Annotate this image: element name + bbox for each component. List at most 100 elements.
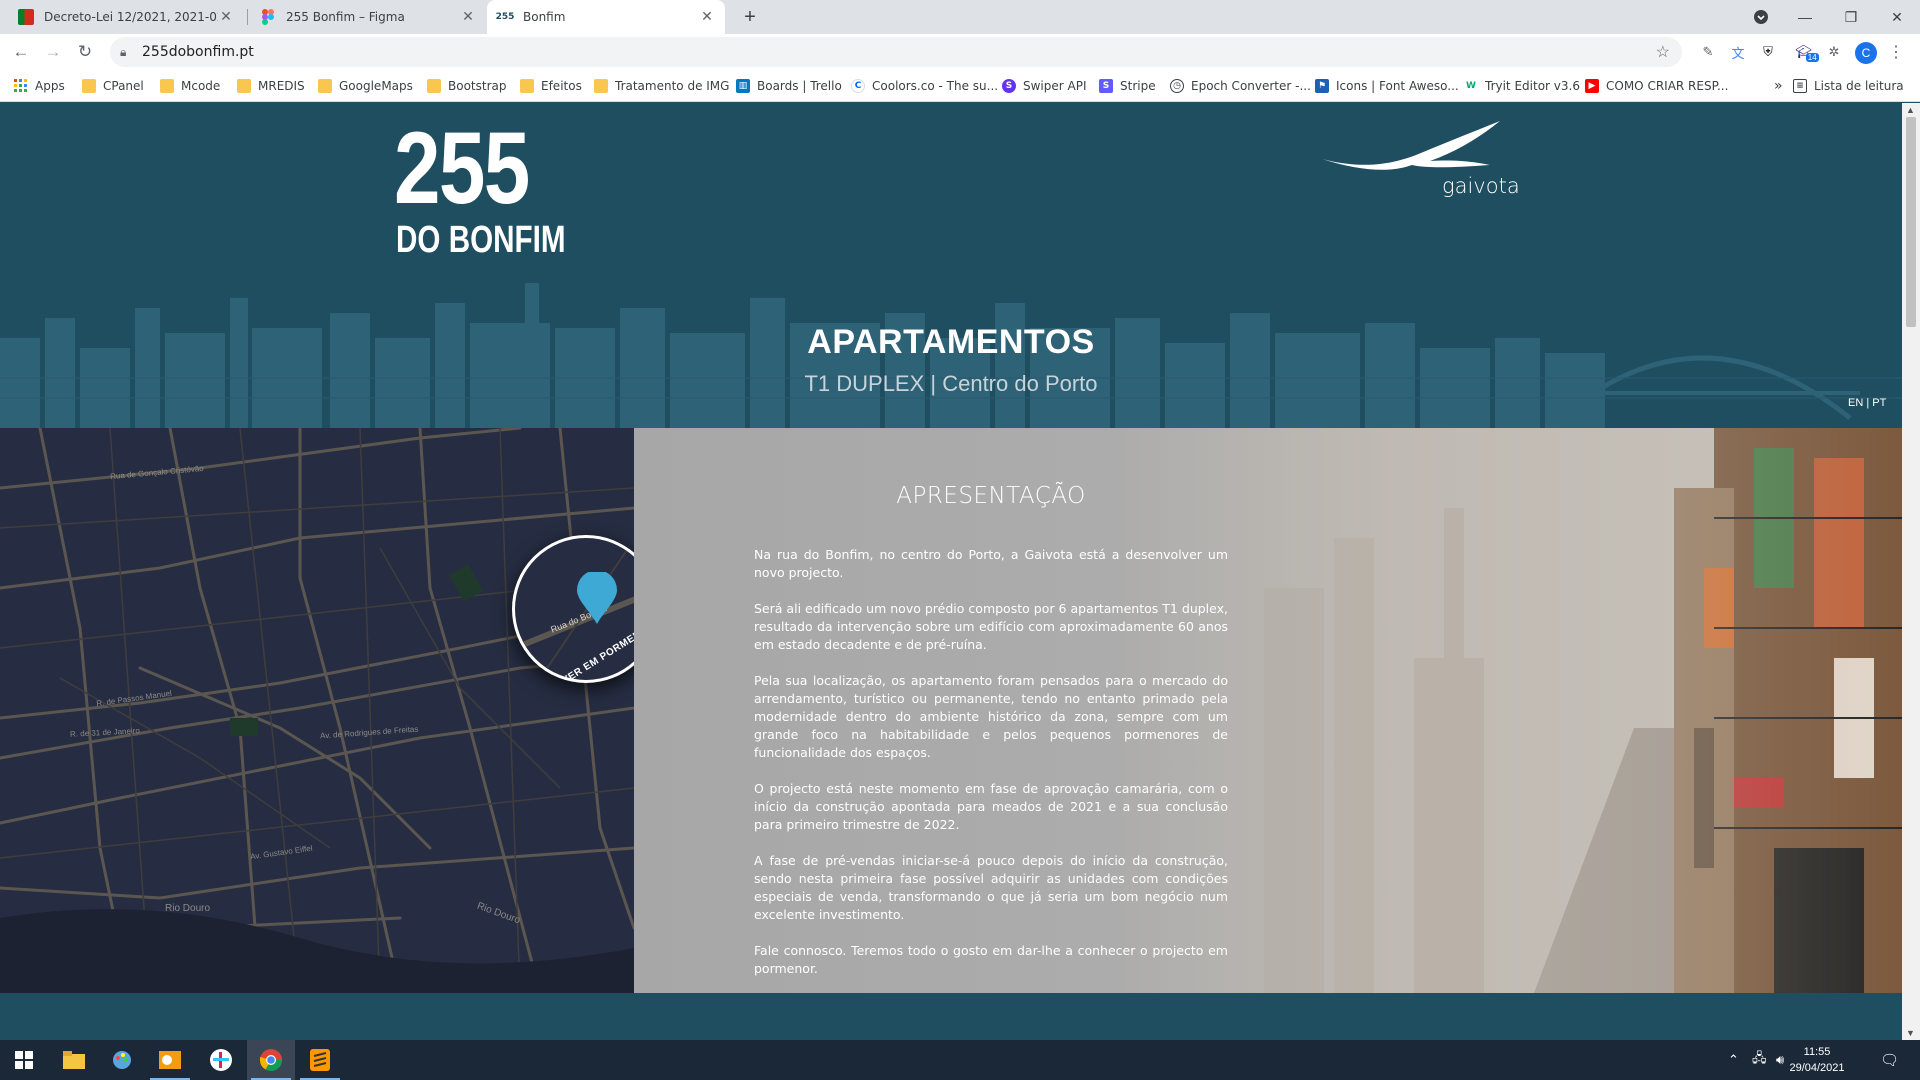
partner-logo-text[interactable]: gaivota (1442, 174, 1520, 198)
trello-icon: ▥ (736, 79, 750, 93)
folder-icon (237, 79, 251, 93)
bookmark-label: Efeitos (541, 79, 582, 93)
bookmark-apps[interactable]: Apps (14, 70, 65, 102)
bookmark-label: Coolors.co - The su... (872, 79, 999, 93)
tray-chevron-icon[interactable]: ⌃ (1728, 1040, 1739, 1080)
scroll-down-icon[interactable]: ▼ (1906, 1028, 1915, 1038)
bookmark-label: Stripe (1120, 79, 1156, 93)
folder-icon (594, 79, 608, 93)
puzzle-extensions-icon[interactable]: ✲ (1824, 42, 1844, 62)
location-map[interactable]: Rua de Gonçalo Cristóvão R. de Passos Ma… (0, 428, 634, 993)
stripe-icon: S (1099, 79, 1113, 93)
bookmark-fontawesome[interactable]: ⚑ Icons | Font Aweso... (1315, 70, 1459, 102)
map-river-label: Rio Douro (165, 903, 211, 914)
clock-date: 29/04/2021 (1789, 1062, 1845, 1074)
bookmark-stripe[interactable]: S Stripe (1099, 70, 1156, 102)
page-scrollbar[interactable]: ▲ ▼ (1902, 103, 1920, 1040)
back-icon[interactable]: ← (8, 39, 34, 65)
bookmark-mcode[interactable]: Mcode (160, 70, 220, 102)
portugal-flag-icon (18, 9, 34, 25)
close-icon[interactable]: ✕ (699, 9, 715, 25)
forward-icon[interactable]: → (40, 39, 66, 65)
bookmark-star-icon[interactable]: ☆ (1656, 42, 1670, 62)
close-icon[interactable]: ✕ (218, 9, 234, 25)
bookmark-label: GoogleMaps (339, 79, 413, 93)
bookmark-label: Swiper API (1023, 79, 1087, 93)
reading-list-button[interactable]: ≡ Lista de leitura (1793, 70, 1904, 102)
chrome-icon[interactable] (247, 1040, 295, 1080)
folder-icon (160, 79, 174, 93)
w3schools-icon: W (1464, 79, 1478, 93)
translate-extension-icon[interactable]: 文 (1728, 42, 1748, 62)
bookmark-cpanel[interactable]: CPanel (82, 70, 144, 102)
tab-strip: Decreto-Lei 12/2021, 2021-02-09 ✕ 255 Bo… (0, 0, 1920, 34)
swiper-icon: S (1002, 79, 1016, 93)
site-logo-subtitle[interactable]: DO BONFIM (396, 221, 566, 259)
presentation-paragraph: Fale connosco. Teremos todo o gosto em d… (754, 943, 1228, 976)
profile-avatar[interactable]: C (1855, 42, 1877, 64)
bookmark-coolors[interactable]: C Coolors.co - The su... (851, 70, 998, 102)
map-pin-icon (577, 570, 617, 629)
hero-section: 255 DO BONFIM gaivota APARTAMENTOS T1 DU… (0, 103, 1902, 428)
close-icon[interactable]: ✕ (460, 9, 476, 25)
reading-list-icon: ≡ (1793, 79, 1807, 93)
new-tab-button[interactable]: + (738, 5, 762, 29)
tab-figma[interactable]: 255 Bonfim – Figma ✕ (250, 0, 486, 34)
apps-grid-icon (14, 79, 28, 93)
bookmark-trello[interactable]: ▥ Boards | Trello (736, 70, 842, 102)
paint-icon[interactable] (98, 1040, 146, 1080)
bookmark-tryit[interactable]: W Tryit Editor v3.6 (1464, 70, 1580, 102)
bookmark-googlemaps[interactable]: GoogleMaps (318, 70, 413, 102)
network-icon[interactable]: 🖧︎ (1752, 1040, 1767, 1080)
language-switch[interactable]: EN | PT (1848, 397, 1886, 409)
shield-extension-icon[interactable]: ⛨ (1758, 42, 1778, 62)
minimize-icon[interactable]: — (1782, 0, 1828, 34)
bookmark-tratamento-img[interactable]: Tratamento de IMG (594, 70, 729, 102)
bookmark-swiper[interactable]: S Swiper API (1002, 70, 1087, 102)
tab-search-icon[interactable] (1738, 0, 1784, 34)
outlook-icon[interactable] (146, 1040, 194, 1080)
restore-icon[interactable]: ❐ (1828, 0, 1874, 34)
hero-subtitle: T1 DUPLEX | Centro do Porto (804, 371, 1098, 396)
presentation-paragraph: Pela sua localização, os apartamento for… (754, 673, 1228, 760)
address-bar[interactable]: 🔒︎ 255dobonfim.pt ☆ (110, 37, 1682, 67)
scrollbar-thumb[interactable] (1906, 117, 1916, 327)
site-logo-number[interactable]: 255 (394, 117, 530, 219)
tab-label: Decreto-Lei 12/2021, 2021-02-09 (44, 10, 218, 24)
tab-bonfim[interactable]: 255 Bonfim ✕ (487, 0, 725, 34)
bookmark-epoch[interactable]: ◷ Epoch Converter -... (1170, 70, 1311, 102)
bookmark-label: CPanel (103, 79, 144, 93)
presentation-paragraph: O projecto está neste momento em fase de… (754, 781, 1228, 832)
folder-icon (318, 79, 332, 93)
tab-decreto-lei[interactable]: Decreto-Lei 12/2021, 2021-02-09 ✕ (8, 0, 244, 34)
presentation-paragraph: A fase de pré-vendas iniciar-se-á pouco … (754, 853, 1228, 922)
system-clock[interactable]: 11:55 29/04/2021 (1782, 1044, 1852, 1076)
bookmark-bootstrap[interactable]: Bootstrap (427, 70, 506, 102)
scroll-up-icon[interactable]: ▲ (1906, 105, 1915, 115)
reload-icon[interactable]: ↻ (72, 39, 98, 65)
lock-icon: 🔒︎ (120, 45, 127, 59)
reading-list-label: Lista de leitura (1814, 79, 1904, 93)
windows-start-icon[interactable] (0, 1040, 48, 1080)
file-explorer-icon[interactable] (50, 1040, 98, 1080)
tab-label: Bonfim (523, 10, 566, 24)
bookmarks-bar: Apps CPanel Mcode MREDIS GoogleMaps Boot… (0, 70, 1920, 102)
bookmark-label: Boards | Trello (757, 79, 842, 93)
notifications-icon[interactable]: 🗨︎ (1880, 1040, 1899, 1080)
mortarboard-extension-icon[interactable]: 🎓︎ 14 (1794, 42, 1820, 62)
bookmark-label: Apps (35, 79, 65, 93)
eyedropper-extension-icon[interactable]: ✎ (1698, 42, 1718, 62)
bookmark-label: Tryit Editor v3.6 (1485, 79, 1580, 93)
bookmark-mredis[interactable]: MREDIS (237, 70, 305, 102)
presentation-paragraph: Na rua do Bonfim, no centro do Porto, a … (754, 547, 1228, 580)
sublime-text-icon[interactable] (296, 1040, 344, 1080)
bookmarks-overflow-button[interactable]: » (1774, 70, 1783, 102)
bookmark-efeitos[interactable]: Efeitos (520, 70, 582, 102)
presentation-section: APRESENTAÇÃO Na rua do Bonfim, no centro… (634, 428, 1902, 993)
tab-separator (247, 9, 248, 25)
window-close-icon[interactable]: ✕ (1874, 0, 1920, 34)
windows-taskbar: ⌃ 🖧︎ 🔊︎ 11:55 29/04/2021 🗨︎ (0, 1040, 1920, 1080)
bookmark-youtube[interactable]: ▶ COMO CRIAR RESP... (1585, 70, 1728, 102)
slack-icon[interactable] (197, 1040, 245, 1080)
menu-dots-icon[interactable]: ⋮ (1886, 42, 1906, 62)
